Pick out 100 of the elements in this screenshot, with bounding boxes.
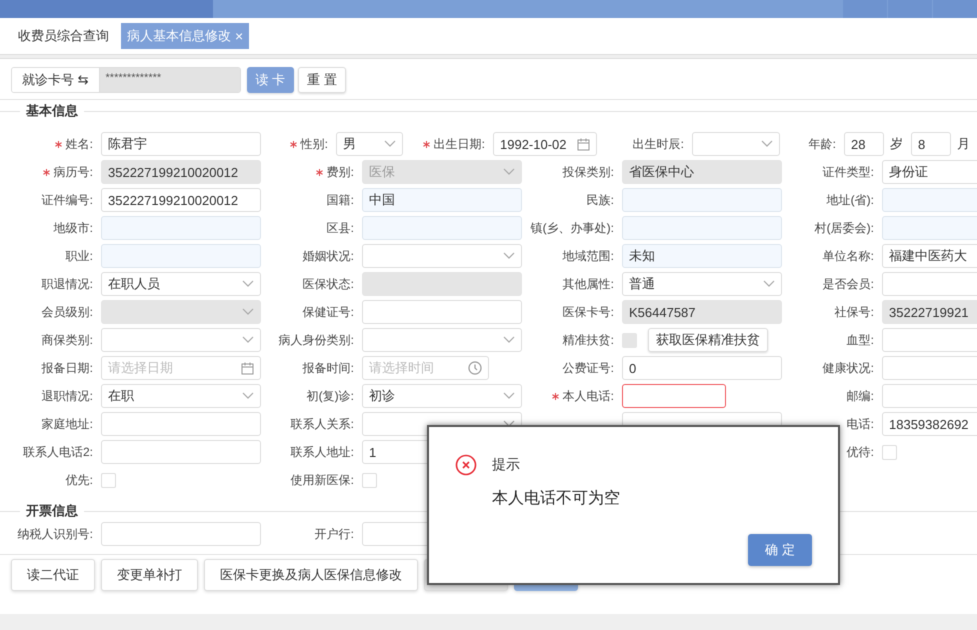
field-label: 会员级别: [42,304,93,320]
field-label: 开户行: [314,526,354,542]
toolbar-button[interactable] [933,0,977,18]
input-field[interactable] [622,384,726,408]
checkbox[interactable] [882,444,897,460]
field-label: 区县: [326,220,354,236]
input-field[interactable]: 身份证 [882,160,977,184]
chevron-down-icon [503,420,515,428]
field-label: 医保卡号: [562,304,614,320]
field-label: 费别: [326,164,354,180]
field-label: 退职情况: [42,388,93,404]
field-label: 联系人地址: [290,444,354,460]
input-field[interactable]: 8 [911,132,951,156]
toolbar-button[interactable] [888,0,932,18]
toolbar-button[interactable] [843,0,887,18]
checkbox[interactable] [362,472,377,488]
field-label: 病人身份类别: [278,332,354,348]
page-tab[interactable]: 收费员综合查询 [12,23,115,49]
dialog-message: 本人电话不可为空 [492,488,621,509]
section-title: 基本信息 [20,102,84,120]
field-label: 性别: [300,136,328,152]
action-button[interactable]: 医保卡更换及病人医保信息修改 [204,559,418,591]
field-label: 职退情况: [42,276,93,292]
action-button[interactable]: 读二代证 [11,559,95,591]
input-field[interactable]: 352227199210020012 [101,160,261,184]
field-label: 报备时间: [302,360,354,376]
field-label: 商保类别: [42,332,93,348]
field-label: 姓名: [66,136,93,152]
field-label: 病历号: [54,164,93,180]
dropdown[interactable]: 普通 [622,272,782,296]
calendar-icon [241,362,254,374]
input-field[interactable]: 28 [844,132,884,156]
input-field[interactable]: 18359382692 [882,412,977,436]
chevron-down-icon [242,308,254,316]
input-field[interactable]: 中国 [362,188,522,212]
chevron-down-icon [763,280,775,288]
error-icon [455,454,477,476]
input-field[interactable]: 未知 [622,244,782,268]
dropdown[interactable]: 在职人员 [101,272,261,296]
input-field[interactable]: 陈君宇 [101,132,261,156]
field-label: 健康状况: [822,360,874,376]
field-label: 保健证号: [302,304,354,320]
field-label: 医保状态: [302,276,354,292]
checkbox[interactable] [101,472,116,488]
field-label: 出生日期: [434,136,485,152]
unit-label: 月 [957,135,970,153]
chevron-down-icon [761,140,773,148]
field-label: 地级市: [54,220,93,236]
unit-label: 岁 [890,135,903,153]
field-label: 家庭地址: [42,416,93,432]
field-label: 投保类别: [562,164,614,180]
field-label: 职业: [66,248,93,264]
chevron-down-icon [242,336,254,344]
field-label: 初(复)诊: [306,388,354,404]
input-field[interactable]: K56447587 [622,300,782,324]
input-field[interactable]: 35222719921 [882,300,977,324]
field-label: 证件类型: [822,164,874,180]
input-field[interactable]: 352227199210020012 [101,188,261,212]
reset-button[interactable]: 重 置 [298,67,346,93]
calendar-icon [577,138,590,150]
chevron-down-icon [503,392,515,400]
field-label: 其他属性: [562,276,614,292]
field-label: 村(居委会): [814,220,874,236]
field-label: 邮编: [846,388,874,404]
field-label: 社保号: [834,304,874,320]
field-label: 联系人电话2: [22,444,93,460]
field-label: 国籍: [326,192,354,208]
chevron-down-icon [384,140,396,148]
field-label: 地址(省): [826,192,874,208]
field-label: 优待: [846,444,874,460]
chevron-down-icon [503,252,515,260]
dropdown[interactable]: 男 [336,132,403,156]
field-label: 优先: [66,472,93,488]
field-label: 联系人关系: [290,416,354,432]
input-field[interactable]: 0 [622,356,782,380]
field-label: 婚姻状况: [302,248,354,264]
date-field[interactable]: 1992-10-02 [493,132,597,156]
field-label: 民族: [586,192,614,208]
input-field[interactable]: 福建中医药大 [882,244,977,268]
chevron-down-icon [242,280,254,288]
dropdown[interactable]: 初诊 [362,384,522,408]
field-label: 出生时辰: [632,136,684,152]
chevron-down-icon [503,168,515,176]
field-label: 镇(乡、办事处): [530,220,614,236]
field-label: 地域范围: [562,248,614,264]
section-title: 开票信息 [20,502,84,520]
field-label: 单位名称: [822,248,874,264]
dialog-title: 提示 [492,456,520,474]
action-button[interactable]: 变更单补打 [101,559,198,591]
field-label: 公费证号: [562,360,614,376]
field-label: 使用新医保: [290,472,354,488]
field-label: 电话: [846,416,874,432]
input-field[interactable]: 省医保中心 [622,160,782,184]
field-label: 纳税人识别号: [18,526,93,542]
nav-tab[interactable] [0,0,213,18]
ok-button[interactable]: 确 定 [748,534,812,566]
field-label: 是否会员: [822,276,874,292]
field-label: 精准扶贫: [562,332,614,348]
field-label: 报备日期: [42,360,93,376]
dropdown[interactable]: 在职 [101,384,261,408]
